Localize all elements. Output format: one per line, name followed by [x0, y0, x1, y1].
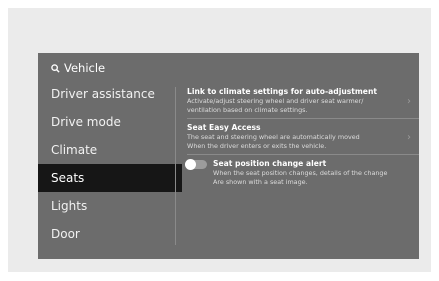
menu-item-seats[interactable]: Seats: [38, 164, 182, 192]
menu-item-lights[interactable]: Lights: [38, 192, 178, 220]
settings-screen: Vehicle Driver assistance Drive mode Cli…: [38, 53, 419, 259]
page-title: Vehicle: [64, 61, 106, 75]
seat-position-alert-setting: Seat position change alert When the seat…: [185, 159, 419, 186]
setting-description: Are shown with a seat image.: [213, 177, 308, 186]
chevron-right-icon: ›: [407, 132, 411, 143]
setting-description: When the seat position changes, details …: [213, 169, 388, 177]
divider: [187, 118, 419, 119]
device-frame: Vehicle Driver assistance Drive mode Cli…: [8, 8, 431, 272]
settings-content: Link to climate settings for auto-adjust…: [185, 87, 419, 186]
climate-link-setting[interactable]: Link to climate settings for auto-adjust…: [187, 87, 419, 114]
divider: [187, 154, 419, 155]
menu-item-drive-mode[interactable]: Drive mode: [38, 108, 178, 136]
setting-description: The seat and steering wheel are automati…: [187, 133, 360, 141]
seat-position-alert-toggle[interactable]: [185, 159, 207, 170]
search-bar[interactable]: Vehicle: [51, 61, 105, 75]
toggle-knob: [185, 159, 196, 170]
setting-description: Activate/adjust steering wheel and drive…: [187, 97, 364, 105]
menu-item-door[interactable]: Door: [38, 220, 178, 248]
menu-item-driver-assistance[interactable]: Driver assistance: [38, 80, 178, 108]
chevron-right-icon: ›: [407, 96, 411, 107]
setting-title: Seat position change alert: [213, 159, 327, 168]
menu-item-climate[interactable]: Climate: [38, 136, 178, 164]
setting-description: When the driver enters or exits the vehi…: [187, 141, 327, 150]
setting-title: Link to climate settings for auto-adjust…: [187, 87, 377, 96]
settings-menu: Driver assistance Drive mode Climate Sea…: [38, 80, 182, 248]
setting-title: Seat Easy Access: [187, 123, 261, 132]
setting-description: ventilation based on climate settings.: [187, 105, 308, 114]
seat-easy-access-setting[interactable]: Seat Easy Access The seat and steering w…: [187, 123, 419, 150]
menu-divider: [175, 87, 176, 245]
search-icon: [51, 63, 60, 73]
